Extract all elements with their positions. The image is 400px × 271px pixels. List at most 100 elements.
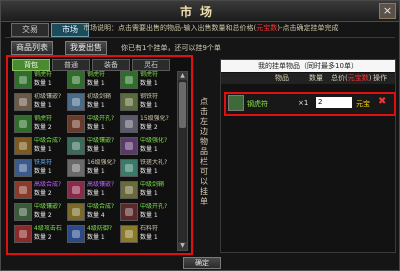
item-name: 中级镶嵌? [34, 203, 62, 210]
bag-item[interactable]: 铁英符 数量 1 [14, 159, 64, 178]
item-name: 钢虎符 [87, 71, 106, 78]
item-icon [67, 181, 85, 199]
listings-title: 我的挂单物品（同时最多10单） [221, 60, 395, 72]
item-icon [67, 71, 85, 89]
item-name: 初级镶嵌? [34, 93, 62, 100]
item-icon [120, 115, 138, 133]
item-name: 初级剑鞘 [87, 93, 112, 100]
confirm-button[interactable]: 确定 [183, 257, 221, 269]
bag-item[interactable]: 铁搓大礼? 数量 1 [120, 159, 170, 178]
bag-item[interactable]: 15级强化? 数量 2 [120, 115, 170, 134]
my-sales-button[interactable]: 我要出售 [65, 41, 107, 55]
bag-tab-spirit-stone[interactable]: 灵石 [132, 59, 170, 71]
divider [5, 37, 395, 38]
bag-item[interactable]: 高级合成? 数量 2 [14, 181, 64, 200]
bag-item[interactable]: 中级镶嵌? 数量 2 [14, 203, 64, 222]
item-name: 15级强化? [140, 115, 169, 122]
item-name: 高级合成? [34, 181, 62, 188]
window-title: 市场 [179, 5, 220, 19]
bag-item[interactable]: 中级剑鞘 数量 1 [120, 181, 170, 200]
my-listings-panel: 我的挂单物品（同时最多10单） 物品 数量 总价(元宝数) 操作 钢虎符 ×1 … [220, 59, 396, 253]
item-qty: 数量 1 [140, 234, 158, 241]
col-item: 物品 [275, 74, 289, 82]
item-icon [14, 181, 32, 199]
item-qty: 数量 1 [87, 146, 105, 153]
col-price: 总价(元宝数) [331, 73, 371, 84]
goods-list-button[interactable]: 商品列表 [11, 41, 53, 55]
item-name: 石料符 [140, 225, 159, 232]
item-qty: 数量 1 [87, 190, 105, 197]
bag-item[interactable]: 初级镶嵌? 数量 1 [14, 93, 64, 112]
scroll-thumb[interactable] [179, 82, 186, 128]
item-qty: 数量 1 [140, 102, 158, 109]
bag-item[interactable]: 钢虎符 数量 1 [14, 71, 64, 90]
item-name: 中级镶嵌? [87, 137, 115, 144]
bag-item-grid: 钢虎符 数量 1 钢虎符 数量 1 钢虎符 数量 1 初级镶嵌? 数量 1 初级剑鞘 数量 1 钢铁… [14, 71, 172, 251]
listing-hint: 点击左边物品栏可以挂单 [200, 97, 208, 206]
tiger-talisman-icon [228, 95, 244, 111]
item-icon [120, 71, 138, 89]
item-qty: 数量 1 [87, 80, 105, 87]
bag-item[interactable]: 16级强化? 数量 1 [67, 159, 117, 178]
scroll-up-icon[interactable]: ▲ [178, 72, 187, 80]
close-button[interactable]: × [379, 3, 396, 19]
listing-item-name: 钢虎符 [247, 100, 268, 108]
item-icon [120, 225, 138, 243]
item-icon [67, 137, 85, 155]
bag-tabs: 背包 普通 装备 灵石 [12, 59, 170, 71]
item-icon [14, 159, 32, 177]
item-icon [120, 203, 138, 221]
item-icon [67, 225, 85, 243]
item-qty: 数量 2 [34, 212, 52, 219]
item-name: 钢虎符 [34, 71, 53, 78]
bag-item[interactable]: 中级合成? 数量 1 [14, 137, 64, 156]
market-description: 市场说明：点击需要出售的物品-输入出售数量和总价格(元宝数)-点击确定挂单完成 [83, 23, 339, 33]
item-qty: 数量 2 [140, 124, 158, 131]
listing-item-qty: ×1 [298, 99, 309, 107]
bag-item[interactable]: 钢虎符数量 2 [14, 115, 64, 134]
bag-item[interactable]: 中级强化? 数量 1 [120, 137, 170, 156]
item-name: 中级合成? [87, 203, 115, 210]
item-name: 16级强化? [87, 159, 116, 166]
item-icon [67, 93, 85, 111]
item-name: 4级攻击石 [34, 225, 62, 232]
bag-item[interactable]: 钢铁符 数量 1 [120, 93, 170, 112]
item-icon [67, 159, 85, 177]
bag-tab-normal[interactable]: 普通 [52, 59, 90, 71]
item-qty: 数量 1 [140, 146, 158, 153]
bag-item[interactable]: 中级开孔? 数量 1 [120, 203, 170, 222]
col-price-red: 元宝数 [347, 74, 369, 82]
bag-item[interactable]: 高级镶嵌? 数量 1 [67, 181, 117, 200]
bag-item[interactable]: 石料符数量 1 [120, 225, 170, 244]
bag-item[interactable]: 中级合成? 数量 4 [67, 203, 117, 222]
listing-price-input[interactable]: 2 [316, 97, 352, 108]
bag-item[interactable]: 中级开孔? 数量 1 [67, 115, 117, 134]
item-name: 钢虎符 [34, 115, 53, 122]
item-icon [14, 225, 32, 243]
tab-trade[interactable]: 交易 [11, 23, 49, 37]
bag-tab-equipment[interactable]: 装备 [92, 59, 130, 71]
item-qty: 数量 2 [34, 190, 52, 197]
bag-item[interactable]: 钢虎符数量 1 [67, 71, 117, 90]
item-qty: 数量 1 [34, 146, 52, 153]
listing-row[interactable]: 钢虎符 ×1 2 元宝 ✖ [224, 92, 396, 116]
item-name: 铁搓大礼? [140, 159, 168, 166]
bag-item[interactable]: 中级镶嵌? 数量 1 [67, 137, 117, 156]
item-qty: 数量 2 [34, 124, 52, 131]
item-name: 4级防御? [87, 225, 113, 232]
bag-scrollbar[interactable]: ▲ ▼ [177, 71, 188, 251]
bag-item[interactable]: 初级剑鞘 数量 1 [67, 93, 117, 112]
item-name: 铁英符 [34, 159, 53, 166]
bag-item[interactable]: 4级攻击石 数量 2 [14, 225, 64, 244]
scroll-down-icon[interactable]: ▼ [178, 242, 187, 250]
bag-item[interactable]: 4级防御? 数量 1 [67, 225, 117, 244]
item-icon [14, 137, 32, 155]
bag-item[interactable]: 钢虎符 数量 1 [120, 71, 170, 90]
col-price-suffix: ) [368, 74, 372, 82]
market-window: 市场 × 交易 市场 市场说明：点击需要出售的物品-输入出售数量和总价格(元宝数… [0, 0, 400, 271]
col-price-prefix: 总价( [331, 74, 348, 82]
item-icon [14, 115, 32, 133]
bag-tab-backpack[interactable]: 背包 [12, 59, 50, 71]
item-icon [120, 93, 138, 111]
delete-listing-icon[interactable]: ✖ [378, 97, 386, 107]
